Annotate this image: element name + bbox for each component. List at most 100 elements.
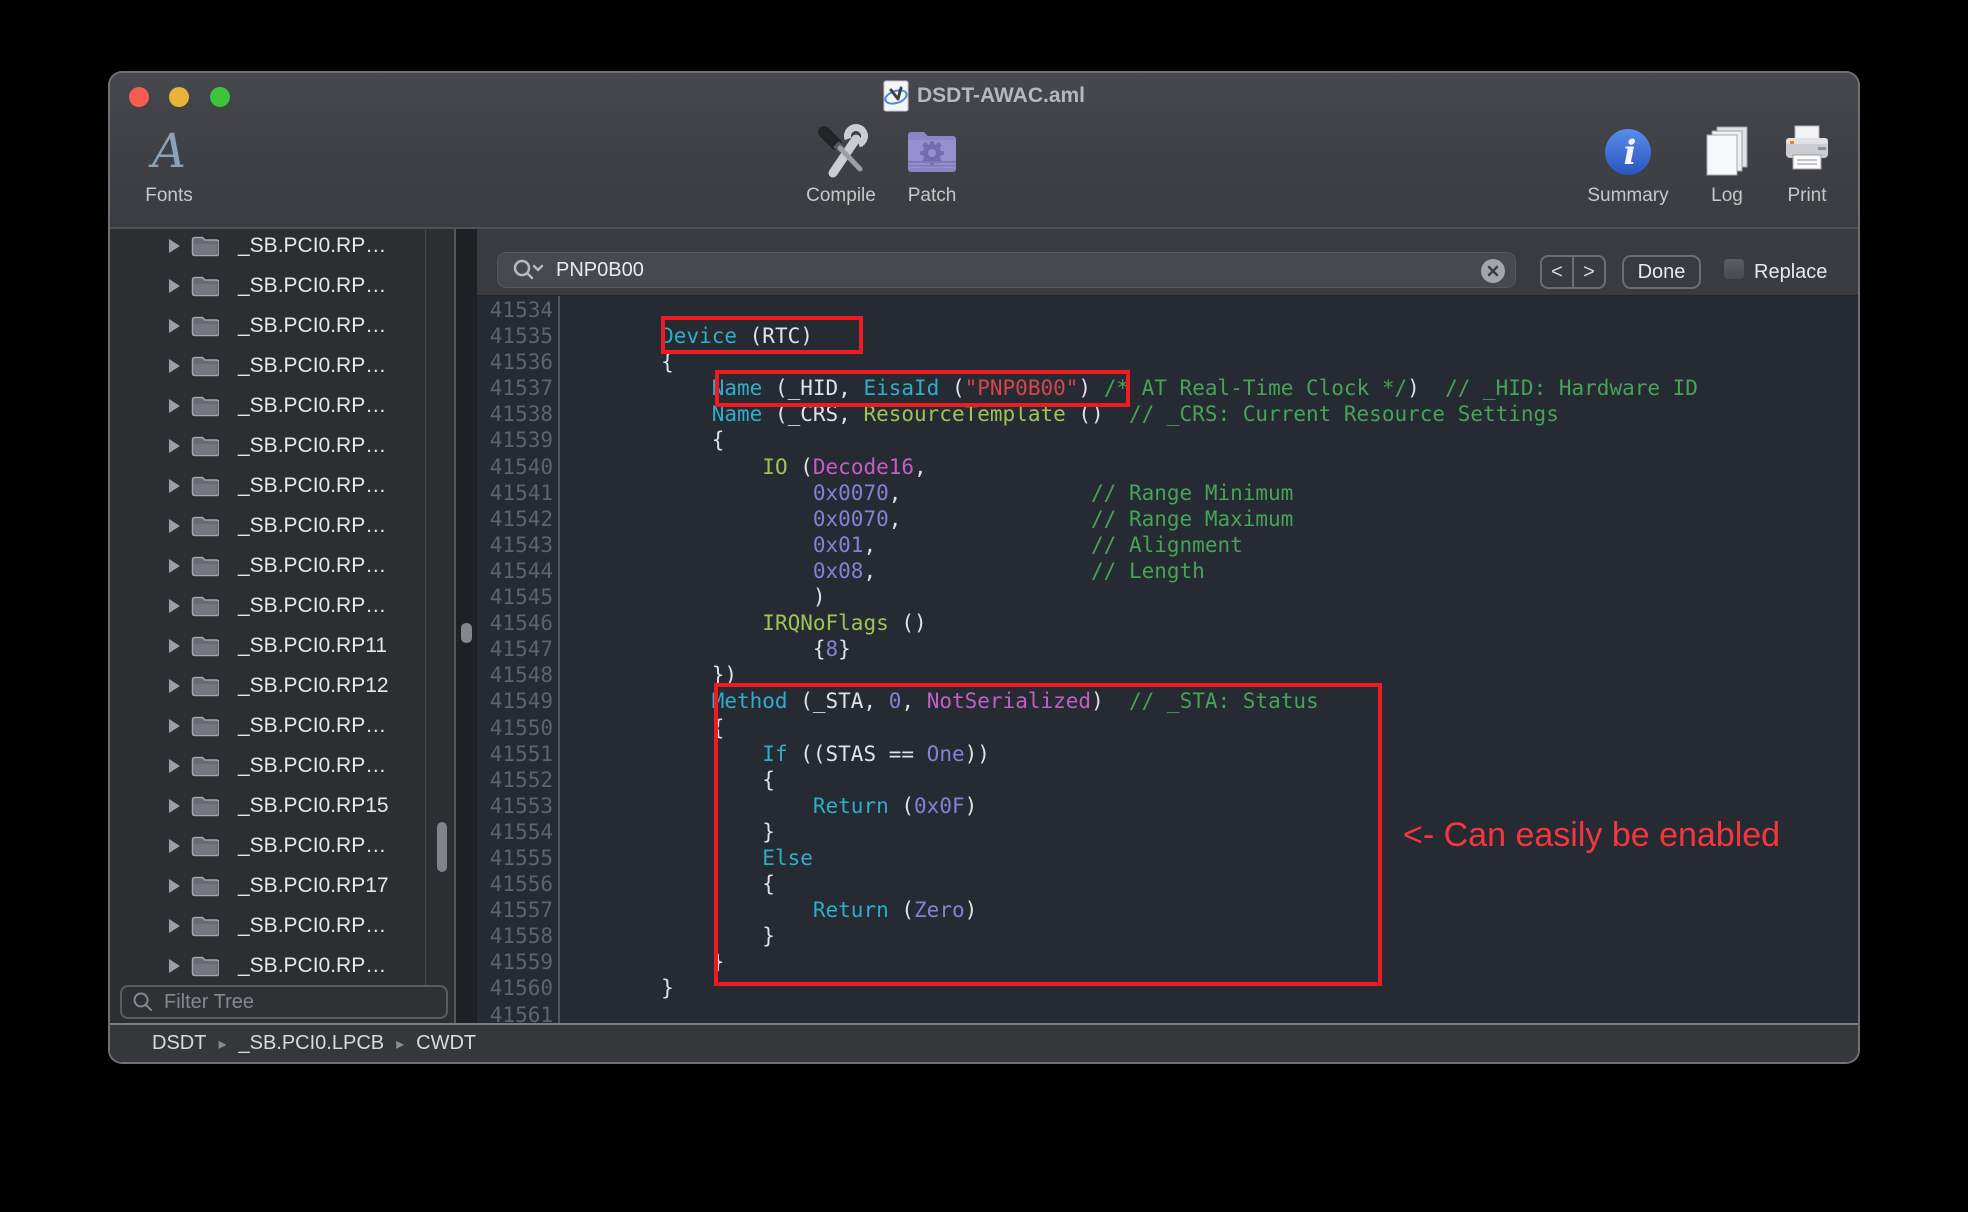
tree-item--sb-pci0-rp-[interactable]: _SB.PCI0.RP…: [110, 346, 426, 386]
tree-item--sb-pci0-rp-[interactable]: _SB.PCI0.RP…: [110, 306, 426, 346]
code-text: {8}: [560, 636, 851, 662]
code-line: 41541 0x0070, // Range Minimum: [477, 480, 1858, 506]
disclosure-triangle-icon[interactable]: [167, 678, 181, 694]
tree-item-label: _SB.PCI0.RP…: [238, 234, 386, 258]
line-number: 41539: [477, 427, 553, 453]
disclosure-triangle-icon[interactable]: [167, 638, 181, 654]
line-number: 41538: [477, 401, 553, 427]
disclosure-triangle-icon[interactable]: [167, 758, 181, 774]
folder-icon: [191, 515, 219, 537]
code-text: {: [560, 427, 724, 453]
disclosure-triangle-icon[interactable]: [167, 518, 181, 534]
disclosure-triangle-icon[interactable]: [167, 478, 181, 494]
filter-placeholder: Filter Tree: [164, 991, 254, 1014]
tree-item--sb-pci0-rp-[interactable]: _SB.PCI0.RP…: [110, 586, 426, 626]
tree-item--sb-pci0-rp-[interactable]: _SB.PCI0.RP…: [110, 226, 426, 266]
find-next-button[interactable]: >: [1574, 257, 1604, 287]
line-number: 41535: [477, 323, 553, 349]
folder-icon: [191, 715, 219, 737]
disclosure-triangle-icon[interactable]: [167, 238, 181, 254]
folder-icon: [191, 555, 219, 577]
filter-tree-input[interactable]: Filter Tree: [120, 985, 448, 1019]
folder-icon: [191, 955, 219, 977]
code-line: 41538 Name (_CRS, ResourceTemplate () //…: [477, 401, 1858, 427]
disclosure-triangle-icon[interactable]: [167, 358, 181, 374]
pane-splitter[interactable]: [454, 229, 477, 1062]
printer-icon: [1780, 123, 1834, 181]
tree-item--sb-pci0-rp-[interactable]: _SB.PCI0.RP…: [110, 746, 426, 786]
summary-label: Summary: [1587, 185, 1668, 207]
disclosure-triangle-icon[interactable]: [167, 958, 181, 974]
tree-item--sb-pci0-rp17[interactable]: _SB.PCI0.RP17: [110, 866, 426, 906]
compile-label: Compile: [806, 185, 876, 207]
tree-item--sb-pci0-rp12[interactable]: _SB.PCI0.RP12: [110, 666, 426, 706]
tree-item--sb-pci0-rp-[interactable]: _SB.PCI0.RP…: [110, 546, 426, 586]
tree-item-label: _SB.PCI0.RP…: [238, 914, 386, 938]
code-text: }): [560, 662, 737, 688]
tree-item--sb-pci0-rp-[interactable]: _SB.PCI0.RP…: [110, 506, 426, 546]
code-text: 0x08, // Length: [560, 558, 1205, 584]
disclosure-triangle-icon[interactable]: [167, 918, 181, 934]
disclosure-triangle-icon[interactable]: [167, 278, 181, 294]
acpi-tree: _SB.PCI0.RP…_SB.PCI0.RP…_SB.PCI0.RP…_SB.…: [110, 226, 426, 986]
disclosure-triangle-icon[interactable]: [167, 878, 181, 894]
breadcrumb: DSDT▸_SB.PCI0.LPCB▸CWDT: [152, 1032, 476, 1055]
tree-item--sb-pci0-rp-[interactable]: _SB.PCI0.RP…: [110, 266, 426, 306]
print-button[interactable]: Print: [1777, 123, 1837, 207]
breadcrumb-item[interactable]: CWDT: [416, 1032, 476, 1055]
line-number: 41558: [477, 923, 553, 949]
code-line: 41542 0x0070, // Range Maximum: [477, 506, 1858, 532]
filter-search-icon: [132, 991, 154, 1013]
tree-item--sb-pci0-rp-[interactable]: _SB.PCI0.RP…: [110, 906, 426, 946]
disclosure-triangle-icon[interactable]: [167, 558, 181, 574]
done-button[interactable]: Done: [1622, 255, 1701, 289]
tree-item--sb-pci0-rp-[interactable]: _SB.PCI0.RP…: [110, 466, 426, 506]
tree-item--sb-pci0-rp15[interactable]: _SB.PCI0.RP15: [110, 786, 426, 826]
tree-item-label: _SB.PCI0.RP…: [238, 594, 386, 618]
breadcrumb-item[interactable]: _SB.PCI0.LPCB: [238, 1032, 384, 1055]
patch-button[interactable]: Patch: [882, 123, 982, 207]
clear-search-button[interactable]: [1481, 259, 1505, 283]
documents-stack-icon: [1701, 123, 1753, 181]
folder-icon: [191, 915, 219, 937]
disclosure-triangle-icon[interactable]: [167, 718, 181, 734]
tree-item--sb-pci0-rp-[interactable]: _SB.PCI0.RP…: [110, 826, 426, 866]
summary-button[interactable]: i Summary: [1573, 123, 1683, 207]
line-number: 41552: [477, 767, 553, 793]
find-previous-button[interactable]: <: [1542, 257, 1574, 287]
search-input[interactable]: PNP0B00: [497, 252, 1516, 288]
log-button[interactable]: Log: [1697, 123, 1757, 207]
disclosure-triangle-icon[interactable]: [167, 598, 181, 614]
annotation-box-sta-method: [714, 683, 1382, 986]
line-number: 41553: [477, 793, 553, 819]
code-line: 41546 IRQNoFlags (): [477, 610, 1858, 636]
breadcrumb-item[interactable]: DSDT: [152, 1032, 206, 1055]
line-number: 41547: [477, 636, 553, 662]
window-header: DSDT-AWAC.aml A Fonts Compile: [110, 73, 1858, 229]
disclosure-triangle-icon[interactable]: [167, 398, 181, 414]
info-icon: i: [1603, 123, 1653, 181]
code-line: 41537 Name (_HID, EisaId ("PNP0B00") /* …: [477, 375, 1858, 401]
tree-item--sb-pci0-rp-[interactable]: _SB.PCI0.RP…: [110, 946, 426, 986]
tree-item--sb-pci0-rp-[interactable]: _SB.PCI0.RP…: [110, 706, 426, 746]
line-number: 41540: [477, 454, 553, 480]
window-title: DSDT-AWAC.aml: [917, 84, 1085, 108]
tree-item--sb-pci0-rp11[interactable]: _SB.PCI0.RP11: [110, 626, 426, 666]
replace-checkbox[interactable]: [1723, 258, 1745, 280]
line-number: 41545: [477, 584, 553, 610]
annotation-note: <- Can easily be enabled: [1403, 816, 1780, 855]
sidebar-scrollbar[interactable]: [437, 822, 447, 872]
disclosure-triangle-icon[interactable]: [167, 318, 181, 334]
fonts-button[interactable]: A Fonts: [124, 123, 214, 207]
tree-item--sb-pci0-rp-[interactable]: _SB.PCI0.RP…: [110, 386, 426, 426]
line-number: 41549: [477, 688, 553, 714]
line-number: 41548: [477, 662, 553, 688]
disclosure-triangle-icon[interactable]: [167, 438, 181, 454]
tree-item-label: _SB.PCI0.RP15: [238, 794, 389, 818]
compile-button[interactable]: Compile: [791, 123, 891, 207]
document-icon: [883, 80, 909, 112]
disclosure-triangle-icon[interactable]: [167, 838, 181, 854]
disclosure-triangle-icon[interactable]: [167, 798, 181, 814]
tree-item--sb-pci0-rp-[interactable]: _SB.PCI0.RP…: [110, 426, 426, 466]
search-icon: [512, 258, 546, 282]
